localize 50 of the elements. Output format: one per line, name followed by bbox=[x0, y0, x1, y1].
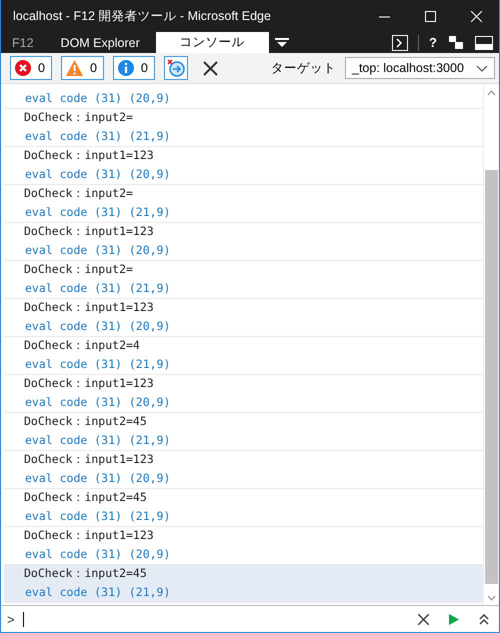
log-message: DoCheck：input2=45 bbox=[24, 566, 147, 582]
chevron-down-icon bbox=[476, 64, 488, 72]
tab[interactable]: DOM Explorer bbox=[44, 32, 156, 53]
source-link[interactable]: eval code (31) (20,9) bbox=[24, 243, 170, 258]
tool-label[interactable]: F12 bbox=[1, 32, 45, 53]
window-title: localhost - F12 開発者ツール - Microsoft Edge bbox=[12, 8, 272, 24]
log-message: DoCheck：input1=123 bbox=[24, 452, 154, 468]
info-icon bbox=[118, 60, 134, 76]
log-message: DoCheck：input2= bbox=[24, 262, 133, 278]
dropdown-icon bbox=[274, 38, 289, 48]
log-message: DoCheck：input1=123 bbox=[24, 376, 154, 392]
log-message: DoCheck：input1=123 bbox=[24, 528, 154, 544]
warning-icon bbox=[66, 60, 83, 76]
help-button[interactable]: ? bbox=[423, 32, 443, 53]
log-message: DoCheck：input2=4 bbox=[24, 338, 140, 354]
log-message: DoCheck：input2= bbox=[24, 186, 133, 202]
source-link[interactable]: eval code (31) (21,9) bbox=[24, 509, 170, 524]
log-message: DoCheck：input2=45 bbox=[24, 414, 147, 430]
target-dropdown[interactable]: _top: localhost:3000 bbox=[345, 57, 495, 79]
source-link[interactable]: eval code (31) (21,9) bbox=[24, 433, 170, 448]
close-icon bbox=[470, 10, 482, 22]
prompt-symbol: > bbox=[7, 612, 15, 627]
source-link[interactable]: eval code (31) (20,9) bbox=[24, 471, 170, 486]
source-link[interactable]: eval code (31) (21,9) bbox=[24, 357, 170, 372]
source-link[interactable]: eval code (31) (21,9) bbox=[24, 205, 170, 220]
source-link[interactable]: eval code (31) (20,9) bbox=[24, 547, 170, 562]
log-message: DoCheck：input1=123 bbox=[24, 224, 154, 240]
info-filter-button[interactable]: 0 bbox=[112, 56, 155, 80]
tab[interactable]: コンソール bbox=[156, 32, 269, 53]
error-filter-button[interactable]: 0 bbox=[10, 56, 52, 80]
target-label: ターゲット bbox=[271, 60, 336, 76]
clear-on-navigate-button[interactable] bbox=[164, 56, 188, 80]
source-link[interactable]: eval code (31) (20,9) bbox=[24, 167, 170, 182]
source-link[interactable]: eval code (31) (20,9) bbox=[24, 395, 170, 410]
scroll-down-icon[interactable] bbox=[487, 595, 496, 601]
source-link[interactable]: eval code (31) (21,9) bbox=[24, 281, 170, 296]
scroll-up-icon[interactable] bbox=[487, 90, 496, 96]
source-link[interactable]: eval code (31) (20,9) bbox=[24, 91, 170, 106]
error-icon bbox=[15, 60, 31, 76]
text-cursor bbox=[22, 612, 24, 627]
log-message: DoCheck：input1=123 bbox=[24, 148, 154, 164]
warning-filter-button[interactable]: 0 bbox=[60, 56, 104, 80]
log-message: DoCheck：input2=45 bbox=[24, 490, 147, 506]
log-message: DoCheck：input2= bbox=[24, 110, 133, 126]
scrollbar[interactable] bbox=[483, 84, 499, 605]
source-link[interactable]: eval code (31) (21,9) bbox=[24, 129, 170, 144]
maximize-icon bbox=[424, 10, 436, 22]
source-link[interactable]: eval code (31) (20,9) bbox=[24, 319, 170, 334]
log-message: DoCheck：input1=123 bbox=[24, 300, 154, 316]
source-link[interactable]: eval code (31) (21,9) bbox=[24, 585, 170, 600]
